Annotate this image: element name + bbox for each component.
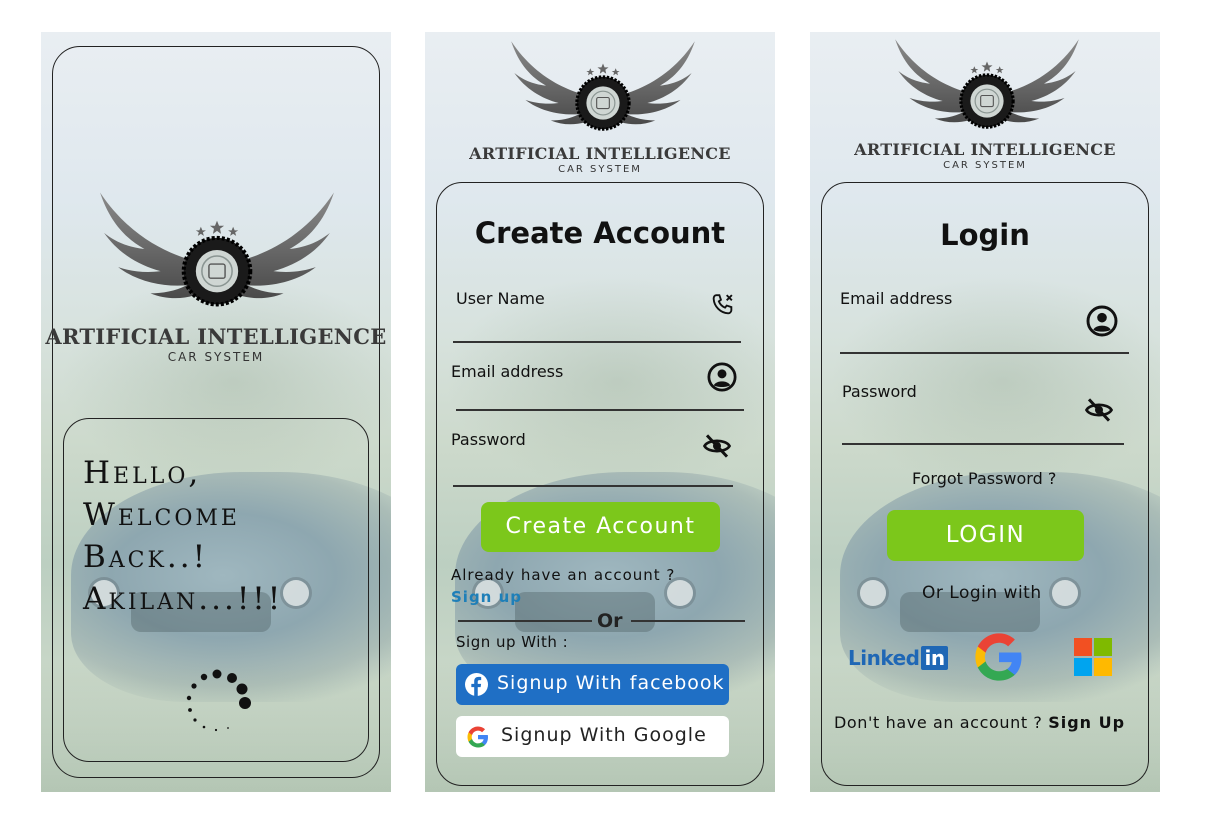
or-divider-left bbox=[458, 620, 592, 622]
password-input[interactable] bbox=[453, 485, 733, 487]
username-input[interactable] bbox=[453, 341, 741, 343]
login-screen: ARTIFICIAL INTELLIGENCE CAR SYSTEM Login… bbox=[810, 32, 1160, 792]
password-label: Password bbox=[451, 430, 526, 449]
brand-subtitle: CAR SYSTEM bbox=[167, 350, 265, 364]
brand-title: ARTIFICIAL INTELLIGENCE bbox=[854, 140, 1116, 159]
brand-subtitle: CAR SYSTEM bbox=[558, 164, 642, 175]
password-label: Password bbox=[842, 382, 917, 401]
greeting-text: Hello, Welcome Back..! Akilan...!!! bbox=[83, 452, 283, 620]
google-signup-label: Signup With Google bbox=[501, 724, 707, 746]
splash-screen: ARTIFICIAL INTELLIGENCE CAR SYSTEM Hello… bbox=[41, 32, 391, 792]
email-label: Email address bbox=[451, 362, 564, 381]
phone-icon bbox=[710, 292, 735, 317]
brand-subtitle: CAR SYSTEM bbox=[943, 160, 1027, 171]
have-account-text: Already have an account ? bbox=[451, 566, 676, 584]
email-input[interactable] bbox=[840, 352, 1129, 354]
facebook-signup-label: Signup With facebook bbox=[497, 672, 725, 694]
greeting-line-3: Back..! bbox=[83, 539, 209, 575]
greeting-line-4: Akilan...!!! bbox=[83, 581, 284, 617]
login-heading: Login bbox=[940, 218, 1030, 252]
brand-logo bbox=[892, 34, 1082, 138]
or-divider-right bbox=[631, 620, 745, 622]
brand-logo bbox=[508, 36, 698, 140]
brand-logo bbox=[96, 186, 338, 318]
or-login-with-text: Or Login with bbox=[922, 583, 1042, 603]
eye-off-icon[interactable] bbox=[702, 431, 732, 461]
linkedin-icon-text: Linked bbox=[848, 646, 920, 670]
brand-title: ARTIFICIAL INTELLIGENCE bbox=[45, 324, 387, 349]
email-input[interactable] bbox=[456, 409, 744, 411]
greeting-line-2: Welcome bbox=[83, 497, 240, 533]
brand-title: ARTIFICIAL INTELLIGENCE bbox=[469, 144, 731, 163]
or-text: Or bbox=[597, 610, 623, 632]
loading-spinner-icon bbox=[186, 669, 251, 732]
signup-prompt: Don't have an account ? Sign Up bbox=[834, 713, 1125, 732]
user-circle-icon bbox=[1086, 305, 1118, 337]
facebook-icon bbox=[465, 673, 488, 696]
login-button[interactable]: LOGIN bbox=[887, 510, 1084, 561]
user-circle-icon bbox=[707, 362, 737, 392]
no-account-text: Don't have an account ? bbox=[834, 713, 1043, 732]
greeting-line-1: Hello, bbox=[83, 455, 202, 491]
linkedin-login-button[interactable]: Linked in bbox=[848, 646, 948, 670]
google-icon[interactable] bbox=[972, 630, 1026, 684]
signup-heading: Create Account bbox=[474, 216, 726, 250]
email-label: Email address bbox=[840, 289, 953, 308]
google-icon bbox=[466, 725, 490, 749]
microsoft-icon[interactable] bbox=[1074, 638, 1112, 676]
signup-screen: ARTIFICIAL INTELLIGENCE CAR SYSTEM Creat… bbox=[425, 32, 775, 792]
sign-in-link[interactable]: Sign up bbox=[451, 588, 522, 606]
create-account-button[interactable]: Create Account bbox=[481, 502, 720, 552]
signup-link[interactable]: Sign Up bbox=[1048, 713, 1125, 732]
forgot-password-link[interactable]: Forgot Password ? bbox=[912, 469, 1056, 488]
username-label: User Name bbox=[456, 289, 545, 308]
linkedin-icon: in bbox=[921, 646, 948, 670]
password-input[interactable] bbox=[842, 443, 1124, 445]
facebook-signup-button[interactable]: Signup With facebook bbox=[456, 664, 729, 705]
google-signup-button[interactable]: Signup With Google bbox=[456, 716, 729, 757]
eye-off-icon[interactable] bbox=[1084, 395, 1114, 425]
signup-with-text: Sign up With : bbox=[456, 633, 569, 651]
